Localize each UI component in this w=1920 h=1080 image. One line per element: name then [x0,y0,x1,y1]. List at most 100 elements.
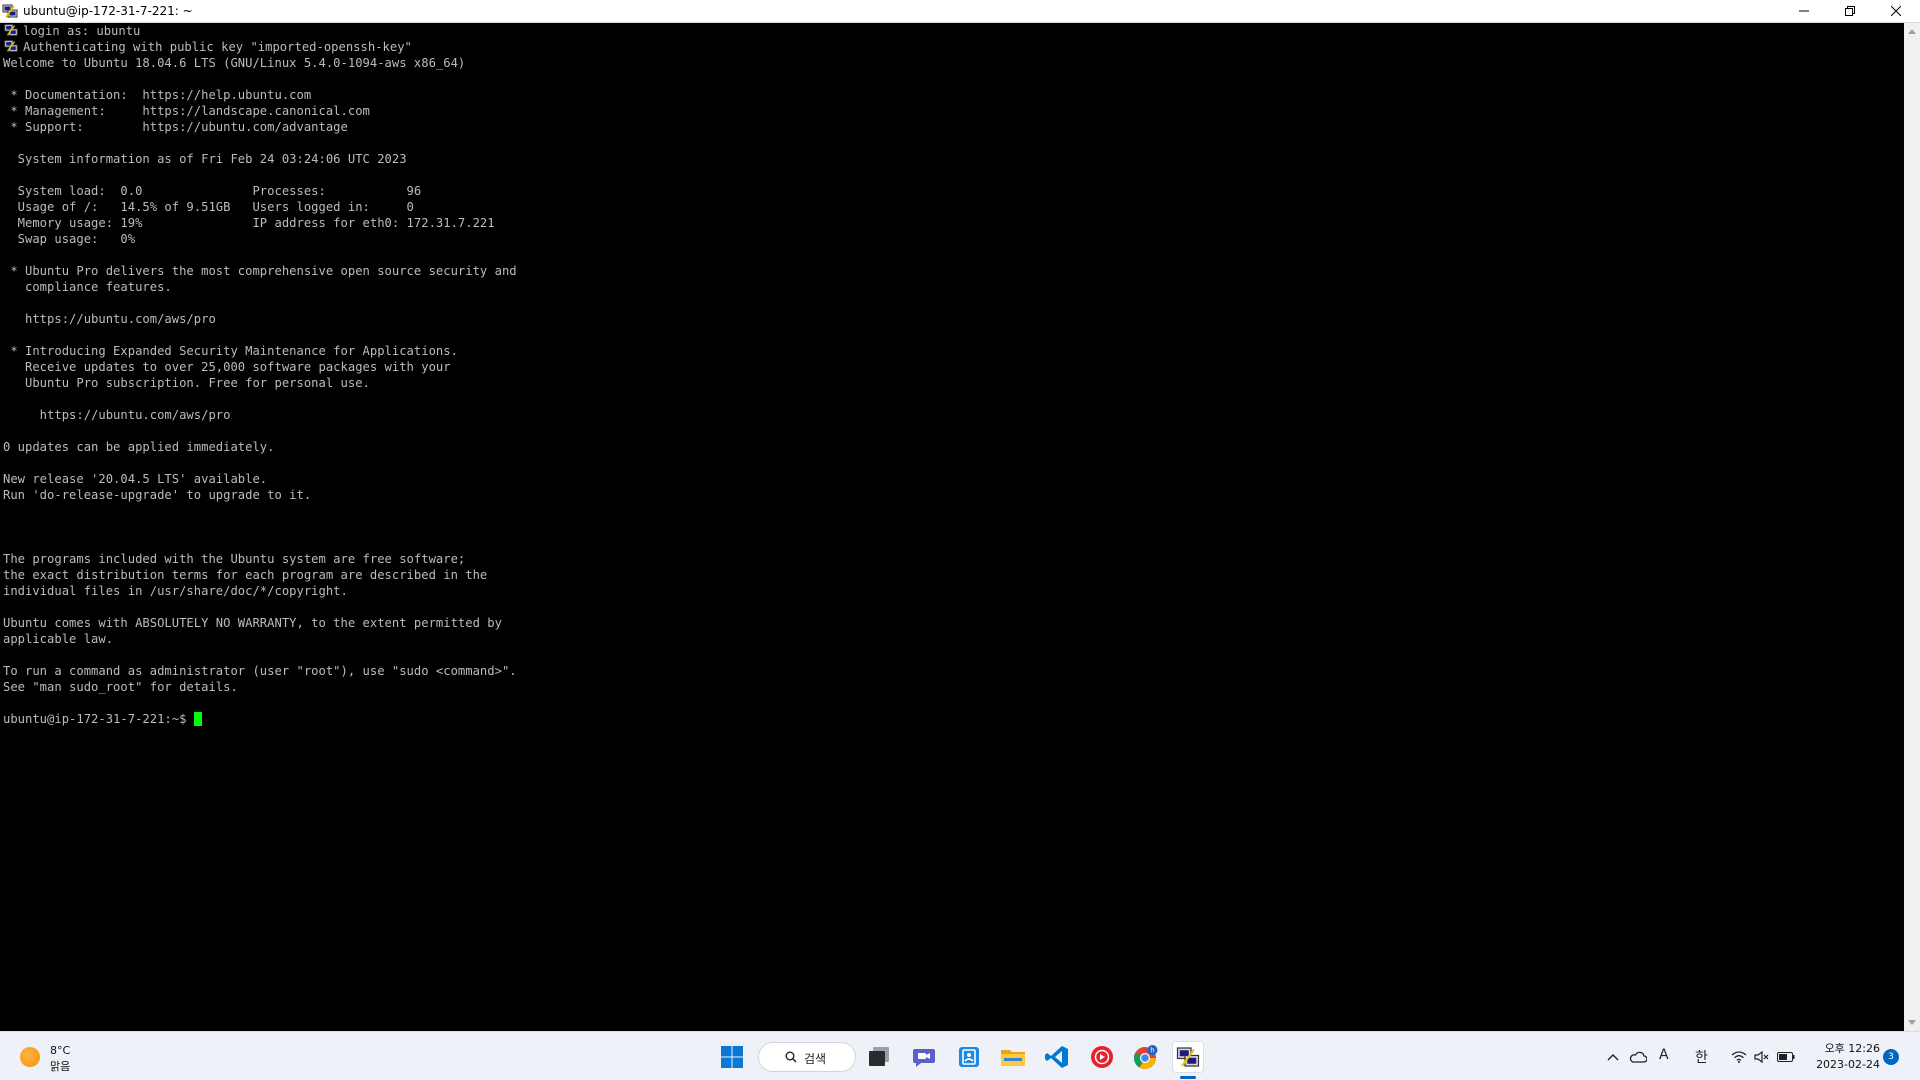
terminal-line: See "man sudo_root" for details. [3,679,517,695]
terminal-line: The programs included with the Ubuntu sy… [3,551,517,567]
terminal-line-text: the exact distribution terms for each pr… [3,568,488,582]
terminal-text: login as: ubuntu Authenticating with publ… [3,23,517,727]
wifi-icon [1731,1051,1747,1063]
terminal-line-text: Memory usage: 19% IP address for eth0: 1… [3,216,495,230]
terminal-line: Usage of /: 14.5% of 9.51GB Users logged… [3,199,517,215]
restore-button[interactable] [1827,0,1873,22]
terminal-line: Ubuntu comes with ABSOLUTELY NO WARRANTY… [3,615,517,631]
terminal-line-text: Run 'do-release-upgrade' to upgrade to i… [3,488,312,502]
terminal-line-text: System load: 0.0 Processes: 96 [3,184,422,198]
taskbar-search[interactable]: 검색 [758,1042,856,1072]
contacts-app-icon [959,1047,979,1067]
media-player-button[interactable] [1086,1041,1118,1073]
terminal-prompt-line[interactable]: ubuntu@ip-172-31-7-221:~$ [3,711,517,727]
putty-taskbar-button[interactable] [1172,1041,1204,1073]
ime-language-indicator[interactable]: 한 [1695,1047,1708,1067]
close-button[interactable] [1873,0,1919,22]
chevron-up-icon [1908,29,1916,34]
terminal-line: 0 updates can be applied immediately. [3,439,517,455]
network-button[interactable] [1728,1041,1750,1073]
taskbar-clock[interactable]: 오후 12:26 2023-02-24 [1806,1041,1880,1073]
terminal-output[interactable]: login as: ubuntu Authenticating with publ… [0,23,1904,1031]
terminal-line-text: https://ubuntu.com/aws/pro [3,312,216,326]
terminal-line: * Management: https://landscape.canonica… [3,103,517,119]
weather-condition: 맑음 [50,1060,71,1073]
terminal-line: System load: 0.0 Processes: 96 [3,183,517,199]
terminal-line: * Support: https://ubuntu.com/advantage [3,119,517,135]
chrome-icon: h [1134,1045,1158,1069]
terminal-line-text: * Documentation: https://help.ubuntu.com [3,88,312,102]
terminal-line-text: individual files in /usr/share/doc/*/cop… [3,584,348,598]
terminal-line: Run 'do-release-upgrade' to upgrade to i… [3,487,517,503]
folder-icon [1001,1050,1025,1066]
scroll-down-button[interactable] [1904,1015,1920,1031]
weather-widget[interactable]: 8°C 맑음 [18,1042,98,1073]
terminal-line: Memory usage: 19% IP address for eth0: 1… [3,215,517,231]
start-button[interactable] [716,1041,748,1073]
terminal-line-text: System information as of Fri Feb 24 03:2… [3,152,407,166]
chrome-profile-badge: h [1150,1047,1154,1055]
terminal-line-text: applicable law. [3,632,114,646]
weather-temperature: 8°C [50,1044,71,1057]
terminal-line: Ubuntu Pro subscription. Free for person… [3,375,517,391]
clock-date: 2023-02-24 [1816,1058,1880,1071]
terminal-line-text: The programs included with the Ubuntu sy… [3,552,466,566]
window-title: ubuntu@ip-172-31-7-221: ~ [23,4,193,18]
terminal-line-text: * Ubuntu Pro delivers the most comprehen… [3,264,517,278]
onedrive-button[interactable] [1625,1041,1651,1073]
terminal-line: To run a command as administrator (user … [3,663,517,679]
terminal-line: https://ubuntu.com/aws/pro [3,407,517,423]
vertical-scrollbar[interactable] [1904,23,1920,1031]
close-icon [1891,6,1901,16]
terminal-cursor [194,712,203,726]
vscode-button[interactable] [1041,1041,1073,1073]
putty-icon [2,4,18,18]
task-view-button[interactable] [863,1041,895,1073]
terminal-line: compliance features. [3,279,517,295]
terminal-line-text: https://ubuntu.com/aws/pro [3,408,231,422]
terminal-line-text: compliance features. [3,280,172,294]
chrome-button[interactable]: h [1130,1041,1162,1073]
terminal-line-text: See "man sudo_root" for details. [3,680,238,694]
window-titlebar[interactable]: ubuntu@ip-172-31-7-221: ~ [0,0,1920,23]
terminal-line: Swap usage: 0% [3,231,517,247]
terminal-line-text: login as: ubuntu [23,24,141,38]
scroll-up-button[interactable] [1904,23,1920,39]
minimize-icon [1799,10,1809,12]
sun-icon [20,1047,40,1067]
terminal-line: Authenticating with public key "imported… [3,39,517,55]
putty-icon [4,40,18,52]
terminal-line-text: * Introducing Expanded Security Maintena… [3,344,458,358]
minimize-button[interactable] [1781,0,1827,22]
ime-mode-indicator[interactable]: A [1659,1047,1669,1063]
battery-button[interactable] [1775,1041,1797,1073]
terminal-line-text: Swap usage: 0% [3,232,136,246]
show-hidden-icons-button[interactable] [1601,1041,1625,1073]
teams-chat-button[interactable] [908,1041,940,1073]
file-explorer-button[interactable] [997,1041,1029,1073]
search-label: 검색 [804,1052,827,1066]
terminal-line: System information as of Fri Feb 24 03:2… [3,151,517,167]
terminal-line: https://ubuntu.com/aws/pro [3,311,517,327]
contacts-app-button[interactable] [953,1041,985,1073]
terminal-line-text: Ubuntu comes with ABSOLUTELY NO WARRANTY… [3,616,502,630]
notification-badge[interactable]: 3 [1883,1049,1899,1065]
cloud-icon [1629,1051,1647,1063]
chevron-up-icon [1607,1054,1619,1061]
windows-logo-icon [721,1046,743,1068]
terminal-line: * Introducing Expanded Security Maintena… [3,343,517,359]
vscode-icon [1045,1046,1068,1068]
volume-button[interactable] [1751,1041,1773,1073]
shell-prompt: ubuntu@ip-172-31-7-221:~$ [3,712,187,726]
putty-icon [4,24,18,36]
